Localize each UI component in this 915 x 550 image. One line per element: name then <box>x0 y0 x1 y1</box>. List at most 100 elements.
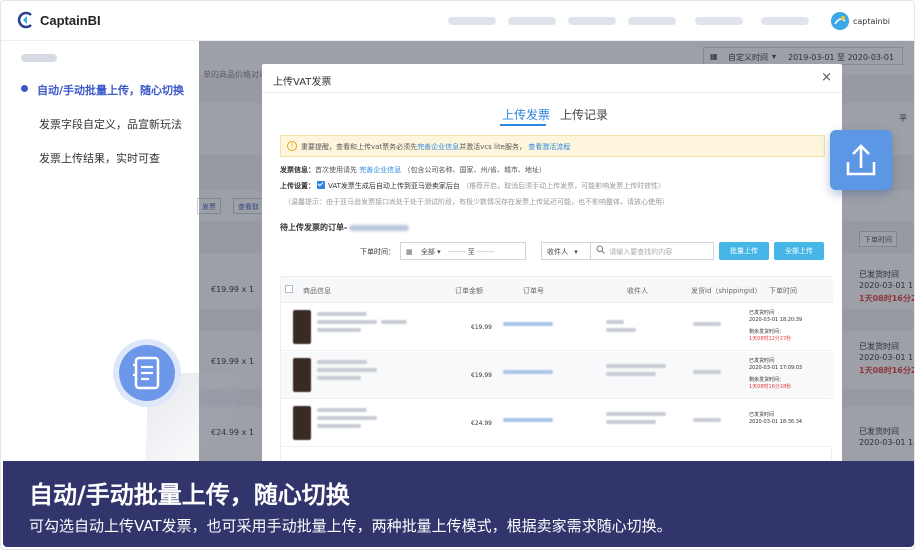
col-shipping-id: 发货id（shippingid） <box>691 287 762 295</box>
upload-setting-label: 上传设置： <box>280 182 315 190</box>
remaining-time: 1天08时16分28秒 <box>749 384 792 390</box>
remaining-time: 1天08时12分27秒 <box>749 336 792 342</box>
product-sku <box>317 328 361 332</box>
upload-icon <box>830 130 892 190</box>
pending-orders-label: 待上传发票的订单- <box>280 223 348 232</box>
product-sku <box>317 424 361 428</box>
col-order-amount: 订单金额 <box>455 287 483 295</box>
tab-upload-records[interactable]: 上传记录 <box>560 106 608 123</box>
modal-divider <box>262 92 842 93</box>
notice-text: 重要提醒，查看和上传vat票务必须先 <box>301 143 418 151</box>
chevron-down-icon: ▾ <box>437 248 441 256</box>
top-nav: CaptainBI captainbi <box>1 1 914 41</box>
brand-name: CaptainBI <box>40 12 101 28</box>
invoice-info-line: 发票信息：首次使用请先 完善企业信息 （包含公司名称、国家、州/省、城市、地址） <box>280 165 546 175</box>
receiver-address <box>606 328 636 332</box>
product-thumbnail <box>293 406 311 440</box>
product-subtitle <box>317 368 377 372</box>
select-all-checkbox[interactable] <box>285 285 293 293</box>
product-thumbnail <box>293 358 311 392</box>
brand-logo[interactable]: CaptainBI <box>17 11 101 29</box>
all-option: 全部 <box>420 248 435 256</box>
receiver-address <box>606 420 656 424</box>
invoice-info-label: 发票信息： <box>280 166 315 174</box>
col-order-time: 下单时间 <box>769 287 797 295</box>
table-row[interactable]: €19.99 已发货时间 2020-03-01 18:20:39 剩余发货时间：… <box>281 304 833 351</box>
search-input[interactable]: 请输入要查找的内容 <box>590 242 714 260</box>
product-title <box>317 360 367 364</box>
order-date-range[interactable]: ▦ 全部 ▾ ------- 至 ------- <box>400 242 526 260</box>
feature-caption: 自动/手动批量上传，随心切换 可勾选自动上传VAT发票，也可采用手动批量上传，两… <box>3 461 914 547</box>
caption-title: 自动/手动批量上传，随心切换 <box>29 481 350 509</box>
receiver-name <box>606 412 666 416</box>
upload-vat-modal: 上传VAT发票 × 上传发票 上传记录 ! 重要提醒，查看和上传vat票务必须先… <box>262 64 842 464</box>
order-number[interactable] <box>503 370 553 374</box>
pending-orders-title: 待上传发票的订单- <box>280 222 410 233</box>
user-name: captainbi <box>852 16 890 26</box>
product-title <box>317 312 367 316</box>
table-row[interactable]: €19.99 已发货时间 2020-03-01 17:09:03 剩余发货时间：… <box>281 352 833 399</box>
tip-text: （温馨提示：由于亚马逊发票接口尚处于处于测试阶段，有极少数情况存在发票上传延迟可… <box>284 198 669 206</box>
product-extra <box>381 320 407 324</box>
sidebar-item-upload-results[interactable]: 发票上传结果，实时可查 <box>39 150 160 166</box>
nav-item-3[interactable] <box>568 17 616 25</box>
order-amount: €24.99 <box>471 420 492 427</box>
active-tab-indicator <box>500 124 546 126</box>
order-time-block: 已发货时间 2020-03-01 18:20:39 剩余发货时间： 1天08时1… <box>749 310 802 343</box>
sidebar-item-auto-upload[interactable]: 自动/手动批量上传，随心切换 <box>37 82 184 98</box>
pending-orders-table: 商品信息 订单金额 订单号 收件人 发货id（shippingid） 下单时间 … <box>280 276 833 464</box>
order-time-block: 已发货时间 2020-03-01 18:36:34 <box>749 412 802 426</box>
activation-process-link[interactable]: 查看激活流程 <box>528 143 570 151</box>
chevron-down-icon: ▾ <box>574 248 578 256</box>
order-date: 2020-03-01 18:36:34 <box>749 419 803 425</box>
upload-setting-hint: （推荐开启，取消后须手动上传发票，可能影响发票上传时效性） <box>462 182 666 190</box>
user-menu[interactable]: captainbi <box>830 12 890 30</box>
order-time-block: 已发货时间 2020-03-01 17:09:03 剩余发货时间： 1天08时1… <box>749 358 802 391</box>
invoice-company-info-link[interactable]: 完善企业信息 <box>359 166 401 174</box>
order-time-label: 下单时间： <box>360 248 395 256</box>
close-icon[interactable]: × <box>821 70 832 85</box>
modal-title: 上传VAT发票 <box>273 77 332 88</box>
table-header: 商品信息 订单金额 订单号 收件人 发货id（shippingid） 下单时间 <box>281 277 833 303</box>
order-number[interactable] <box>503 322 553 326</box>
calendar-icon: ▦ <box>406 248 413 256</box>
warning-icon: ! <box>287 141 297 151</box>
search-placeholder: 请输入要查找的内容 <box>609 248 673 256</box>
product-title <box>317 408 367 412</box>
nav-item-5[interactable] <box>695 17 743 25</box>
order-number[interactable] <box>503 418 553 422</box>
sidebar-placeholder-pill <box>21 54 57 62</box>
order-status: 已发货时间 <box>749 310 775 316</box>
notice-middle-text: 并激活vcs lite服务， <box>459 143 526 151</box>
upload-all-button[interactable]: 全部上传 <box>774 242 824 260</box>
order-amount: €19.99 <box>471 372 492 379</box>
auto-upload-label: VAT发票生成后自动上传到亚马逊卖家后台 <box>328 182 460 190</box>
order-date: 2020-03-01 18:20:39 <box>749 317 803 323</box>
complete-company-info-link[interactable]: 完善企业信息 <box>417 143 459 151</box>
active-bullet <box>21 85 28 92</box>
remaining-label: 剩余发货时间： <box>749 329 785 335</box>
tab-upload-invoice[interactable]: 上传发票 <box>502 106 550 123</box>
date-separator: 至 <box>467 248 475 256</box>
receiver-select[interactable]: 收件人 ▾ <box>541 242 591 260</box>
order-date: 2020-03-01 17:09:03 <box>749 365 803 371</box>
date-to: ------- <box>477 248 495 256</box>
auto-upload-checkbox[interactable] <box>317 181 325 189</box>
batch-upload-button[interactable]: 批量上传 <box>719 242 769 260</box>
nav-item-2[interactable] <box>508 17 556 25</box>
product-subtitle <box>317 416 377 420</box>
date-from: ------- <box>447 248 466 256</box>
product-subtitle <box>317 320 377 324</box>
pending-orders-store <box>349 224 410 231</box>
col-receiver: 收件人 <box>627 287 648 295</box>
receiver-name <box>606 320 624 324</box>
nav-item-1[interactable] <box>448 17 496 25</box>
table-row[interactable]: €24.99 已发货时间 2020-03-01 18:36:34 <box>281 400 833 447</box>
receiver-select-value: 收件人 <box>547 248 568 256</box>
order-status: 已发货时间 <box>749 358 775 364</box>
nav-item-4[interactable] <box>628 17 676 25</box>
sidebar-item-custom-fields[interactable]: 发票字段自定义，品宣新玩法 <box>39 116 182 132</box>
col-order-number: 订单号 <box>523 287 544 295</box>
nav-item-6[interactable] <box>761 17 809 25</box>
screenshot-frame: CaptainBI captainbi 自动/手动批量上传，随心切换 发票字段自… <box>0 0 915 550</box>
